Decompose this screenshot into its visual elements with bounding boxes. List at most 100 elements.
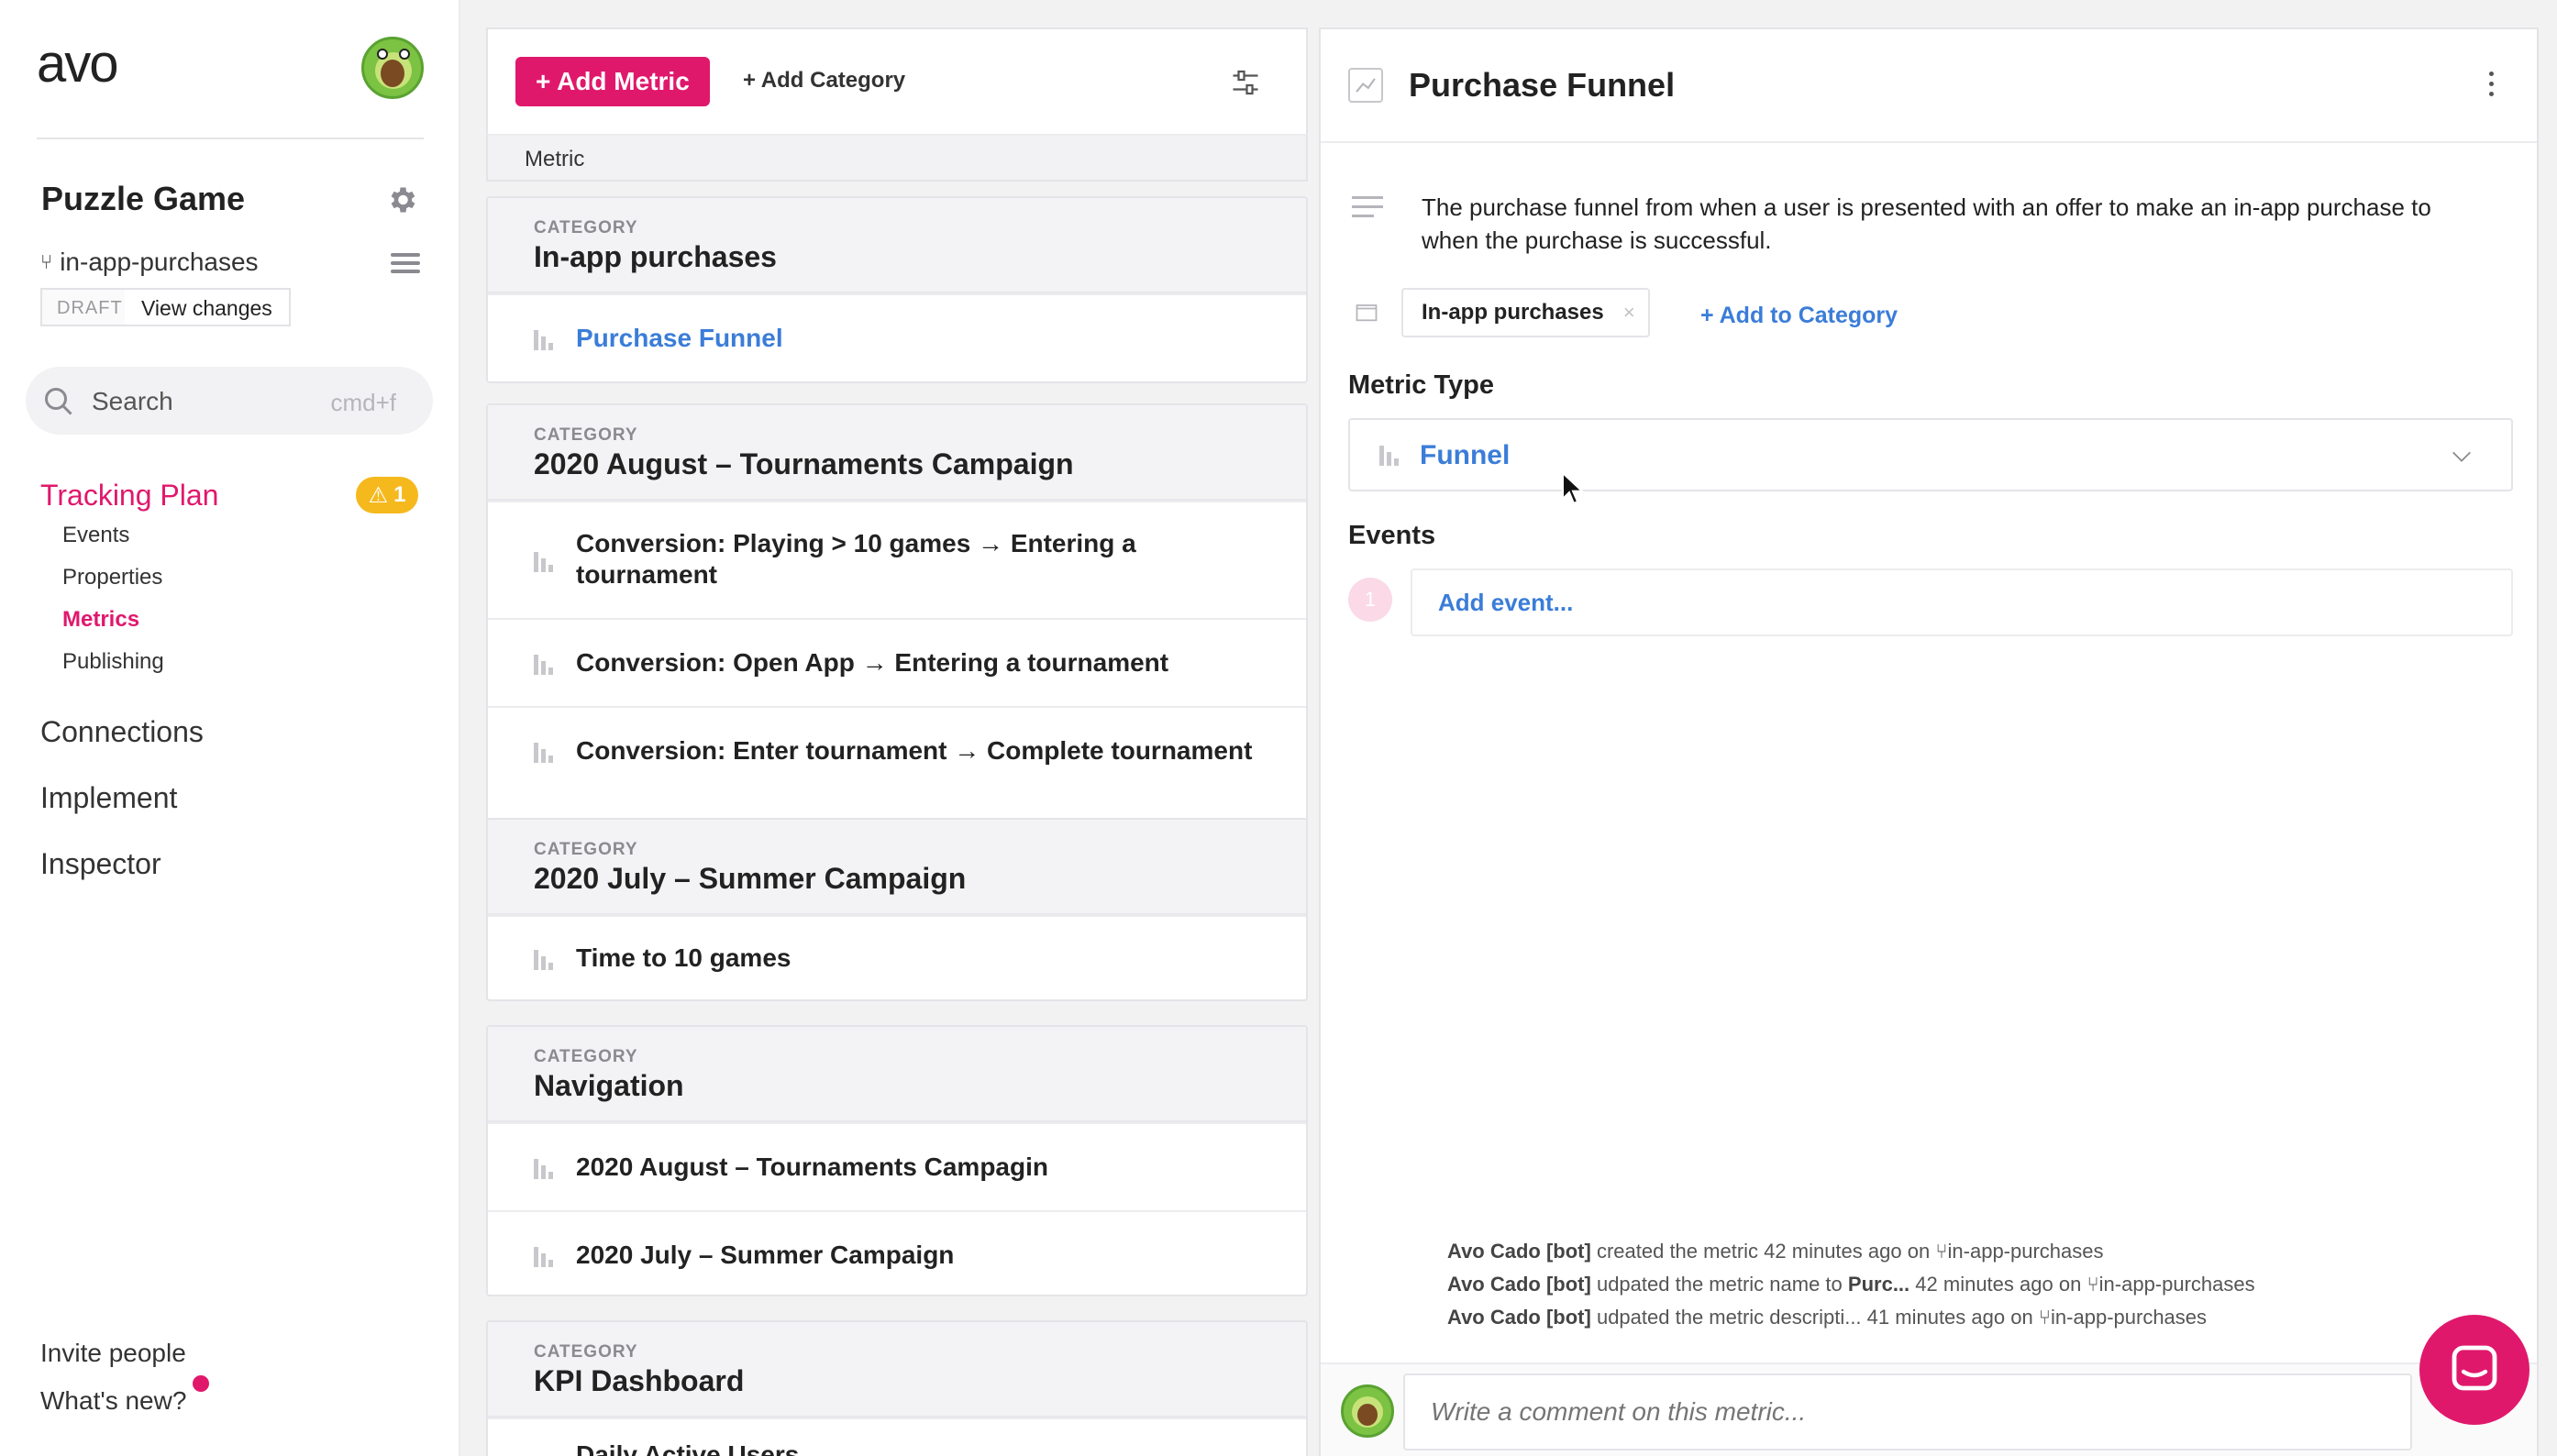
- add-event-label: Add event...: [1438, 589, 1574, 616]
- search-icon: [45, 388, 72, 415]
- branch-name: in-app-purchases: [60, 248, 259, 276]
- gear-icon[interactable]: [385, 183, 418, 216]
- metric-name: Conversion: Open App → Entering a tourna…: [576, 648, 1169, 677]
- metric-name: Time to 10 games: [576, 943, 791, 972]
- activity-action: udpated the metric name to: [1596, 1273, 1843, 1296]
- funnel-icon: [534, 743, 556, 763]
- nav-implement[interactable]: Implement: [40, 781, 177, 815]
- metric-row[interactable]: 2020 August – Tournaments Campagin: [488, 1122, 1306, 1210]
- metric-row[interactable]: Daily Active Users: [488, 1417, 1306, 1456]
- activity-time: 42 minutes ago: [1764, 1240, 1902, 1263]
- category-tag[interactable]: In-app purchases ×: [1401, 288, 1650, 337]
- add-metric-button[interactable]: + Add Metric: [515, 57, 710, 106]
- sidebar: avo Puzzle Game ⑂ in-app-purchases DRAFT…: [0, 0, 460, 1456]
- metric-type-label: Metric Type: [1348, 370, 1495, 400]
- category-name: 2020 July – Summer Campaign: [534, 862, 967, 895]
- nav-publishing[interactable]: Publishing: [62, 649, 164, 675]
- funnel-icon: [534, 655, 556, 675]
- metric-row[interactable]: Time to 10 games: [488, 915, 1306, 999]
- category-header[interactable]: CATEGORY 2020 July – Summer Campaign: [488, 820, 1306, 915]
- nav-inspector[interactable]: Inspector: [40, 847, 161, 881]
- activity-time: 42 minutes ago: [1915, 1273, 2053, 1296]
- category-folder-icon: [1356, 304, 1378, 322]
- activity-action: udpated the metric descripti...: [1596, 1306, 1862, 1329]
- avo-logo[interactable]: avo: [37, 37, 119, 92]
- category-card: CATEGORY 2020 July – Summer Campaign Tim…: [486, 818, 1308, 1001]
- column-header: Metric: [486, 134, 1308, 182]
- workspace-name: Puzzle Game: [41, 180, 246, 217]
- category-tag-label: In-app purchases: [1422, 300, 1604, 325]
- notification-dot: [193, 1375, 209, 1392]
- activity-user[interactable]: Avo Cado [bot]: [1447, 1306, 1591, 1329]
- whats-new-link[interactable]: What's new?: [40, 1386, 186, 1416]
- category-card: CATEGORY KPI Dashboard Daily Active User…: [486, 1320, 1308, 1456]
- comment-area: [1321, 1362, 2537, 1456]
- metric-row[interactable]: Conversion: Enter tournament → Complete …: [488, 706, 1306, 794]
- metric-name: Conversion: Playing > 10 games → Enterin…: [576, 529, 1136, 589]
- activity-user[interactable]: Avo Cado [bot]: [1447, 1273, 1591, 1296]
- metric-chart-icon: [1348, 68, 1383, 103]
- branch-menu-icon[interactable]: [391, 253, 420, 275]
- more-options-icon[interactable]: [2487, 72, 2496, 101]
- activity-log-item: Avo Cado [bot] created the metric 42 min…: [1447, 1240, 2104, 1263]
- nav-tracking-plan[interactable]: Tracking Plan: [40, 479, 218, 513]
- metric-row[interactable]: 2020 July – Summer Campaign: [488, 1210, 1306, 1295]
- activity-user[interactable]: Avo Cado [bot]: [1447, 1240, 1591, 1263]
- chat-support-button[interactable]: [2419, 1315, 2529, 1425]
- metric-title[interactable]: Purchase Funnel: [1409, 66, 1675, 105]
- category-card: CATEGORY Navigation 2020 August – Tourna…: [486, 1025, 1308, 1296]
- activity-on: on: [2058, 1273, 2082, 1296]
- category-name: 2020 August – Tournaments Campaign: [534, 447, 1074, 480]
- branch-icon: ⑂: [40, 250, 53, 273]
- category-card: CATEGORY In-app purchases Purchase Funne…: [486, 196, 1308, 383]
- view-changes-button[interactable]: View changes: [125, 288, 291, 326]
- mouse-cursor-icon: [1562, 471, 1585, 505]
- comment-input[interactable]: [1403, 1373, 2412, 1450]
- column-header-metric: Metric: [525, 147, 585, 171]
- avatar-pit: [381, 60, 404, 87]
- search-input[interactable]: Search cmd+f: [26, 367, 433, 435]
- category-header[interactable]: CATEGORY 2020 August – Tournaments Campa…: [488, 405, 1306, 501]
- category-header[interactable]: CATEGORY Navigation: [488, 1027, 1306, 1122]
- filter-icon[interactable]: [1229, 66, 1262, 99]
- description-icon: [1352, 196, 1383, 222]
- activity-branch: ⑂in-app-purchases: [1935, 1240, 2104, 1263]
- category-label: CATEGORY: [534, 1342, 638, 1362]
- category-name: In-app purchases: [534, 240, 777, 273]
- list-toolbar: + Add Metric + Add Category: [486, 28, 1308, 134]
- metrics-list: + Add Metric + Add Category Metric CATEG…: [486, 28, 1308, 1456]
- activity-on: on: [2010, 1306, 2033, 1329]
- metric-type-select[interactable]: Funnel: [1348, 418, 2513, 491]
- category-label: CATEGORY: [534, 218, 638, 237]
- add-event-input[interactable]: Add event...: [1411, 568, 2513, 636]
- metric-row[interactable]: Conversion: Open App → Entering a tourna…: [488, 618, 1306, 706]
- category-header[interactable]: CATEGORY In-app purchases: [488, 198, 1306, 293]
- sidebar-divider: [37, 138, 424, 139]
- warning-badge[interactable]: ⚠ 1: [356, 477, 418, 513]
- metric-description[interactable]: The purchase funnel from when a user is …: [1422, 191, 2476, 257]
- nav-connections[interactable]: Connections: [40, 715, 204, 749]
- metric-name: Daily Active Users: [576, 1440, 800, 1456]
- user-avatar[interactable]: [361, 37, 424, 99]
- nav-properties[interactable]: Properties: [62, 565, 162, 590]
- invite-people-link[interactable]: Invite people: [40, 1339, 186, 1368]
- nav-metrics[interactable]: Metrics: [62, 607, 139, 633]
- chevron-down-icon: [2452, 451, 2471, 462]
- add-to-category-button[interactable]: + Add to Category: [1700, 303, 1898, 329]
- activity-time: 41 minutes ago: [1866, 1306, 2006, 1329]
- category-label: CATEGORY: [534, 425, 638, 445]
- activity-new-name: Purc...: [1847, 1273, 1910, 1296]
- metric-row-purchase-funnel[interactable]: Purchase Funnel: [488, 293, 1306, 381]
- comment-avatar: [1341, 1384, 1394, 1438]
- remove-tag-icon[interactable]: ×: [1623, 290, 1635, 336]
- branch-selector[interactable]: ⑂ in-app-purchases: [40, 248, 259, 277]
- add-category-button[interactable]: + Add Category: [743, 68, 905, 94]
- funnel-icon: [534, 330, 556, 350]
- metric-detail-panel: Purchase Funnel The purchase funnel from…: [1319, 28, 2539, 1456]
- nav-events[interactable]: Events: [62, 523, 129, 548]
- category-header[interactable]: CATEGORY KPI Dashboard: [488, 1322, 1306, 1417]
- event-step-number: 1: [1348, 578, 1392, 622]
- category-name: KPI Dashboard: [534, 1364, 745, 1397]
- metric-row[interactable]: Conversion: Playing > 10 games → Enterin…: [488, 501, 1306, 618]
- activity-branch: ⑂in-app-purchases: [2038, 1306, 2208, 1329]
